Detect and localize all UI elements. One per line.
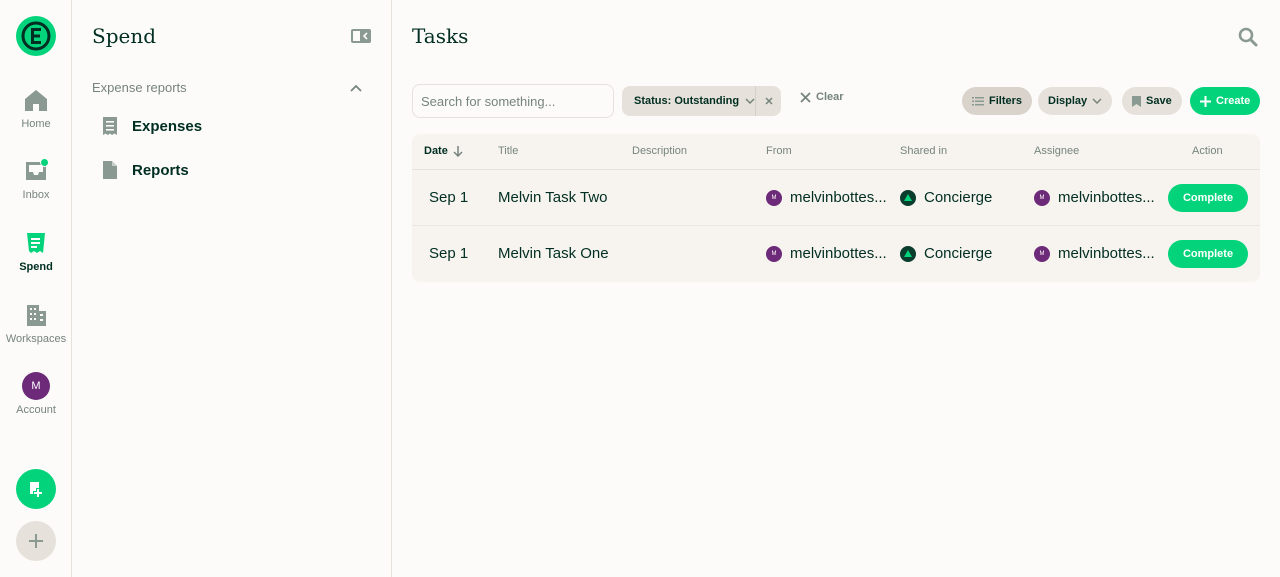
from-name: melvinbottes... <box>790 189 887 206</box>
inbox-unread-dot <box>40 158 49 167</box>
sidebar-collapse-icon <box>351 29 371 43</box>
rail-workspaces[interactable]: Workspaces <box>0 301 72 345</box>
expense-reports-section[interactable]: Expense reports <box>92 80 362 95</box>
rail-account[interactable]: M Account <box>0 372 72 416</box>
search-input[interactable] <box>412 84 614 118</box>
logo-icon <box>21 21 51 51</box>
column-title[interactable]: Title <box>498 145 518 157</box>
collapse-sidebar-button[interactable] <box>350 27 372 45</box>
global-search-button[interactable] <box>1237 26 1259 48</box>
receipt-icon <box>22 229 50 257</box>
table-header: Date Title Description From Shared in As… <box>412 134 1260 170</box>
rail-account-label: Account <box>16 404 56 416</box>
column-shared-in[interactable]: Shared in <box>900 145 947 157</box>
cell-from: M melvinbottes... <box>766 245 887 262</box>
cell-title: Melvin Task One <box>498 245 609 262</box>
create-label: Create <box>1216 95 1251 107</box>
nav-rail: Home Inbox Spend Workspaces M Account <box>0 0 72 577</box>
new-receipt-icon <box>30 482 42 497</box>
rail-inbox-label: Inbox <box>22 189 50 201</box>
home-icon <box>22 86 50 114</box>
shared-in-name: Concierge <box>924 245 993 262</box>
cell-date: Sep 1 <box>429 245 469 262</box>
avatar: M <box>766 245 782 262</box>
shared-in-name: Concierge <box>924 189 993 206</box>
new-expense-button[interactable] <box>16 469 56 509</box>
cell-assignee: M melvinbottes... <box>1034 189 1155 206</box>
column-date[interactable]: Date <box>424 145 463 157</box>
plus-icon <box>1200 95 1211 107</box>
expensify-logo[interactable] <box>16 16 56 56</box>
add-button[interactable] <box>16 521 56 561</box>
status-filter-chip[interactable]: Status: Outstanding <box>622 86 766 116</box>
cell-shared-in: Concierge <box>900 245 992 262</box>
close-icon <box>800 91 811 103</box>
rail-inbox[interactable]: Inbox <box>0 157 72 201</box>
save-label: Save <box>1146 95 1172 107</box>
assignee-name: melvinbottes... <box>1058 189 1155 206</box>
rail-spend-label: Spend <box>19 261 53 273</box>
display-button[interactable]: Display <box>1038 87 1113 115</box>
remove-filter-button[interactable] <box>755 86 781 116</box>
tasks-table: Date Title Description From Shared in As… <box>412 134 1260 282</box>
bookmark-icon <box>1132 95 1141 107</box>
table-row[interactable]: Sep 1 Melvin Task One M melvinbottes... … <box>412 226 1260 282</box>
rail-spend[interactable]: Spend <box>0 229 72 273</box>
column-from[interactable]: From <box>766 145 792 157</box>
status-filter-label: Status: Outstanding <box>634 95 740 107</box>
search-icon <box>1238 27 1258 47</box>
assignee-name: melvinbottes... <box>1058 245 1155 262</box>
rail-home-label: Home <box>21 118 51 130</box>
sidebar-title: Spend <box>92 24 157 48</box>
filters-button[interactable]: Filters <box>962 87 1033 115</box>
chevron-down-icon <box>1092 98 1102 104</box>
document-icon <box>103 161 117 179</box>
filters-label: Filters <box>989 95 1023 107</box>
close-icon <box>764 97 773 105</box>
clear-label: Clear <box>816 91 844 103</box>
chevron-up-icon <box>350 84 362 92</box>
column-description[interactable]: Description <box>632 145 687 157</box>
cell-shared-in: Concierge <box>900 189 992 206</box>
column-action: Action <box>1192 145 1223 157</box>
sidebar-item-reports-label: Reports <box>132 161 189 179</box>
avatar: M <box>1034 189 1050 206</box>
receipt-list-icon <box>103 117 117 135</box>
cell-date: Sep 1 <box>429 189 469 206</box>
save-button[interactable]: Save <box>1122 87 1182 115</box>
concierge-icon <box>900 189 916 206</box>
avatar: M <box>766 189 782 206</box>
cell-from: M melvinbottes... <box>766 189 887 206</box>
spend-sidebar: Spend Expense reports Expenses Reports <box>72 0 392 577</box>
section-label: Expense reports <box>92 80 187 95</box>
tasks-page: Tasks Status: Outstanding Clear Filters … <box>392 0 1280 577</box>
from-name: melvinbottes... <box>790 245 887 262</box>
table-row[interactable]: Sep 1 Melvin Task Two M melvinbottes... … <box>412 170 1260 226</box>
column-date-label: Date <box>424 145 448 157</box>
complete-button[interactable]: Complete <box>1168 184 1248 212</box>
avatar: M <box>1034 245 1050 262</box>
create-button[interactable]: Create <box>1190 87 1261 115</box>
sort-arrow-down-icon <box>453 146 463 157</box>
building-icon <box>22 301 50 329</box>
cell-assignee: M melvinbottes... <box>1034 245 1155 262</box>
sidebar-item-expenses[interactable]: Expenses <box>100 116 202 136</box>
rail-workspaces-label: Workspaces <box>5 333 67 345</box>
clear-filters-button[interactable]: Clear <box>800 91 844 103</box>
display-label: Display <box>1048 95 1088 107</box>
rail-home[interactable]: Home <box>0 86 72 130</box>
chevron-down-icon <box>745 98 755 104</box>
sidebar-item-expenses-label: Expenses <box>132 117 203 135</box>
inbox-icon <box>22 157 50 185</box>
cell-title: Melvin Task Two <box>498 189 608 206</box>
page-title: Tasks <box>412 24 469 48</box>
avatar: M <box>22 372 50 400</box>
concierge-icon <box>900 245 916 262</box>
filter-icon <box>972 97 984 106</box>
complete-button[interactable]: Complete <box>1168 240 1248 268</box>
sidebar-item-reports[interactable]: Reports <box>100 160 189 180</box>
column-assignee[interactable]: Assignee <box>1034 145 1079 157</box>
plus-icon <box>29 534 43 548</box>
